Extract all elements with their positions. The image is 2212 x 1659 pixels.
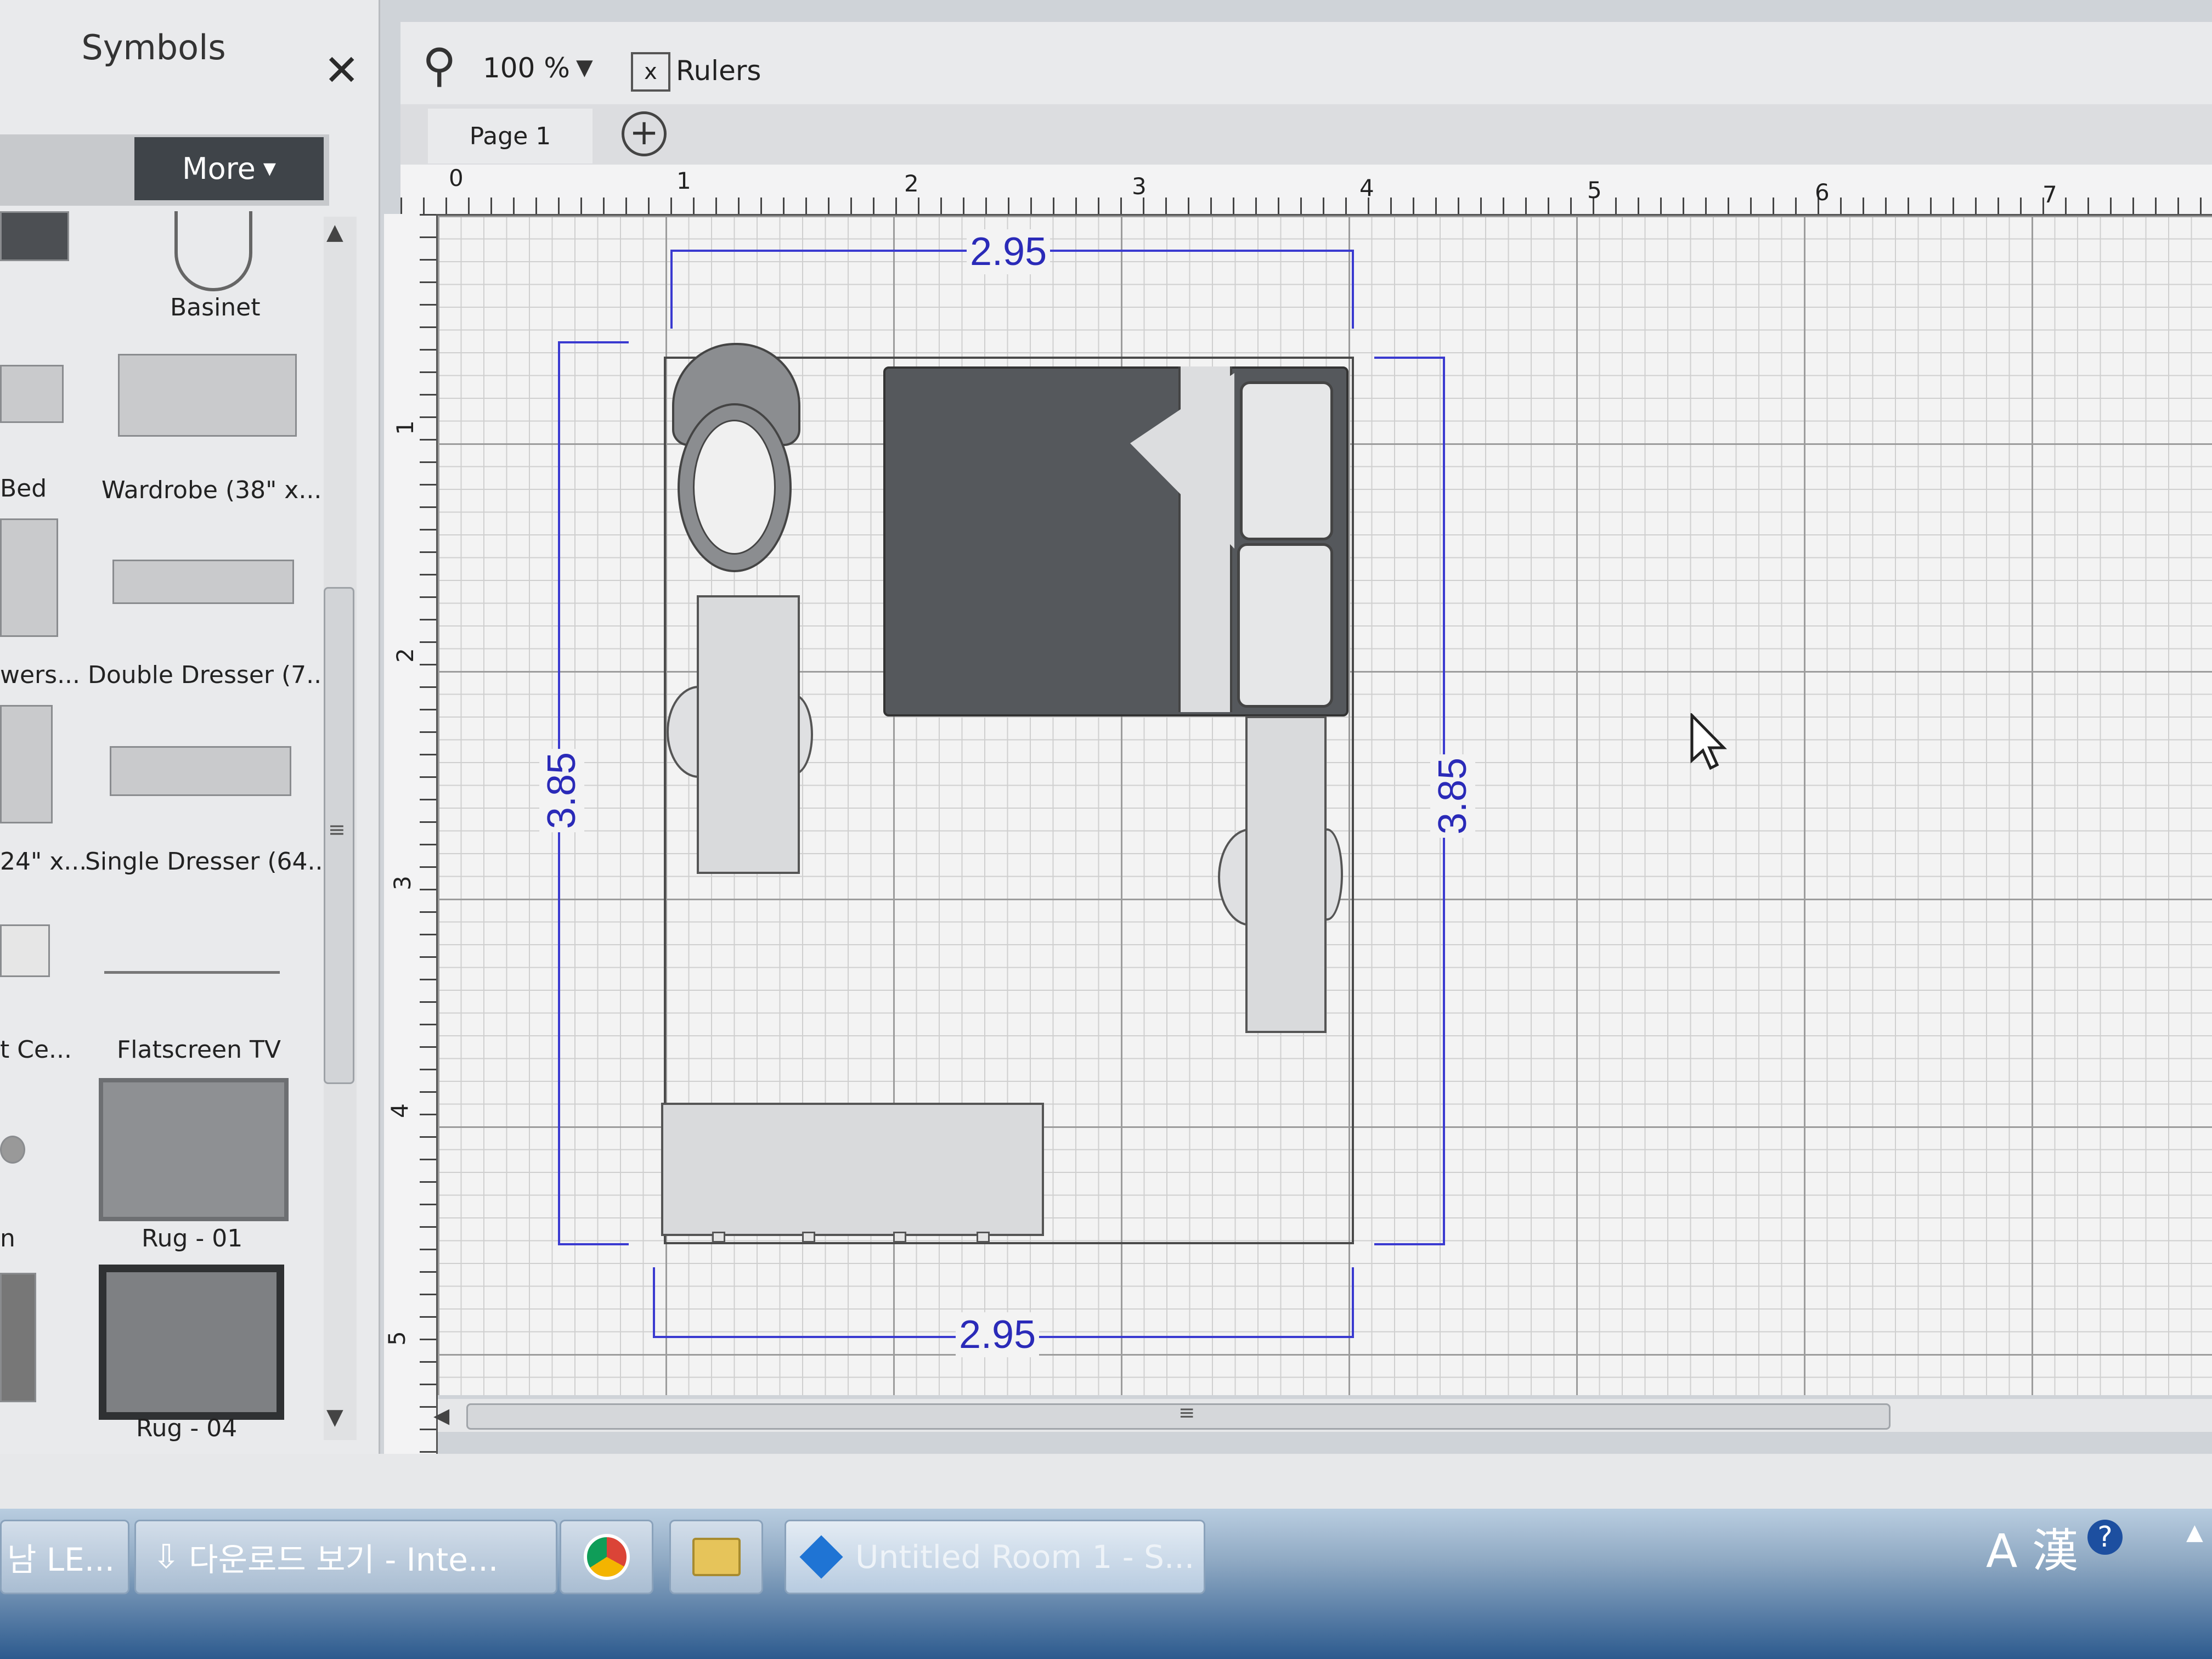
desk-right[interactable]: [1245, 716, 1327, 1033]
scroll-up-icon[interactable]: ▲: [326, 219, 343, 245]
symbol-label-partial: 24" x...: [0, 848, 87, 876]
panel-title: Symbols: [81, 27, 226, 67]
dimension-height-left: 3.85: [539, 748, 585, 833]
taskbar-item-label: Untitled Room 1 - S...: [855, 1538, 1195, 1576]
canvas-toolbar: [400, 22, 2212, 105]
rulers-icon[interactable]: x: [631, 52, 670, 92]
grip-icon: ≡: [1178, 1402, 1195, 1424]
dresser-symbol[interactable]: [661, 1103, 1044, 1236]
mouse-cursor-icon: [1690, 713, 1727, 770]
taskbar-item-label: 남 LE...: [7, 1541, 115, 1578]
symbol-thumbnail[interactable]: [0, 518, 58, 637]
desk-left[interactable]: [697, 595, 800, 874]
symbol-label-partial-n: n: [0, 1224, 15, 1252]
ruler-label: 6: [1815, 179, 1830, 206]
symbol-thumbnail[interactable]: [0, 1136, 25, 1164]
chevron-down-icon[interactable]: ▼: [576, 55, 593, 80]
download-icon: ⇩: [153, 1538, 180, 1576]
close-icon[interactable]: ✕: [324, 49, 359, 92]
zoom-level[interactable]: 100 %: [483, 52, 570, 84]
ruler-label: 3: [1132, 173, 1147, 200]
symbol-label-double-dresser: Double Dresser (7...: [88, 661, 330, 689]
tray-expand-icon[interactable]: ▲: [2186, 1520, 2203, 1545]
bed-pillow: [1237, 543, 1333, 708]
symbol-thumbnail[interactable]: [0, 1273, 36, 1402]
flatscreen-tv-thumbnail[interactable]: [104, 938, 280, 974]
dresser-leg: [712, 1232, 725, 1243]
app-logo-icon: [799, 1535, 843, 1579]
add-page-button[interactable]: +: [622, 111, 667, 156]
ruler-label: 2: [904, 170, 919, 197]
ruler-label: 5: [383, 1331, 410, 1346]
taskbar-item-room-planner[interactable]: Untitled Room 1 - S...: [785, 1520, 1205, 1594]
double-dresser-thumbnail[interactable]: [112, 560, 294, 604]
symbol-thumbnail[interactable]: [0, 705, 53, 823]
ruler-label: 2: [391, 648, 419, 663]
grip-icon: ≡: [328, 817, 346, 842]
symbol-label-rug-04: Rug - 04: [136, 1414, 238, 1442]
symbol-label-single-dresser: Single Dresser (64...: [85, 848, 331, 876]
symbol-thumbnail[interactable]: [0, 365, 64, 423]
taskbar-item-le[interactable]: 남 LE...: [0, 1520, 129, 1594]
rulers-toggle-label[interactable]: Rulers: [676, 55, 761, 87]
dimension-width-top: 2.95: [967, 229, 1051, 274]
taskbar-item-explorer[interactable]: [669, 1520, 763, 1594]
symbol-label-wardrobe: Wardrobe (38" x...: [101, 476, 322, 504]
dresser-leg: [977, 1232, 990, 1243]
ruler-label: 3: [388, 876, 416, 890]
ruler-label: 4: [1359, 174, 1374, 201]
chrome-icon: [583, 1534, 630, 1580]
input-method-indicator[interactable]: A 漢: [1986, 1514, 2078, 1581]
rug-01-thumbnail[interactable]: [99, 1078, 289, 1221]
symbol-label-center: t Ce...: [0, 1036, 72, 1064]
window-bottom-edge: [0, 1454, 2212, 1509]
horizontal-ruler: 0 1 2 3 4 5 6 7: [400, 165, 2212, 216]
basinet-thumbnail[interactable]: [174, 211, 252, 291]
magnifier-icon[interactable]: ⚲: [422, 38, 456, 92]
help-icon[interactable]: ?: [2087, 1520, 2123, 1555]
symbol-label-drawers: wers...: [0, 661, 81, 689]
taskbar-item-chrome[interactable]: [560, 1520, 653, 1594]
taskbar-item-ie-download[interactable]: ⇩ 다운로드 보기 - Inte...: [134, 1520, 557, 1594]
symbol-label-bed: Bed: [0, 475, 47, 503]
symbol-thumbnail[interactable]: [0, 211, 69, 261]
taskbar-item-label: 다운로드 보기 - Inte...: [189, 1541, 499, 1578]
ruler-label: 0: [449, 165, 464, 191]
dimension-width-bottom: 2.95: [956, 1312, 1040, 1357]
ruler-label: 1: [391, 420, 419, 435]
caret-down-icon: ▼: [263, 159, 276, 178]
ruler-label: 7: [2042, 181, 2057, 208]
dresser-leg: [893, 1232, 906, 1243]
basinet-inner: [693, 420, 776, 555]
more-button-label: More: [182, 151, 256, 186]
tab-page-1[interactable]: Page 1: [428, 109, 592, 163]
dimension-height-right: 3.85: [1430, 754, 1476, 838]
vertical-ruler: 1 2 3 4 5: [383, 214, 438, 1454]
page-tabs-bar: [400, 104, 2212, 165]
basinet-symbol[interactable]: [672, 343, 800, 572]
ruler-label: 4: [386, 1103, 413, 1118]
scroll-down-icon[interactable]: ▼: [326, 1404, 343, 1430]
symbol-thumbnail[interactable]: [0, 924, 50, 977]
single-dresser-thumbnail[interactable]: [110, 746, 291, 796]
dresser-leg: [802, 1232, 815, 1243]
folder-icon: [692, 1538, 741, 1576]
more-button[interactable]: More ▼: [134, 137, 324, 200]
ruler-label: 5: [1587, 177, 1602, 204]
symbol-label-rug-01: Rug - 01: [142, 1224, 243, 1252]
bed-pillow: [1240, 381, 1333, 540]
ruler-label: 1: [676, 167, 691, 194]
wardrobe-thumbnail[interactable]: [118, 354, 297, 437]
symbol-label-flatscreen-tv: Flatscreen TV: [117, 1036, 281, 1064]
rug-04-thumbnail[interactable]: [99, 1265, 284, 1420]
symbol-label-basinet: Basinet: [170, 294, 261, 321]
scroll-left-icon[interactable]: ◀: [433, 1403, 449, 1427]
